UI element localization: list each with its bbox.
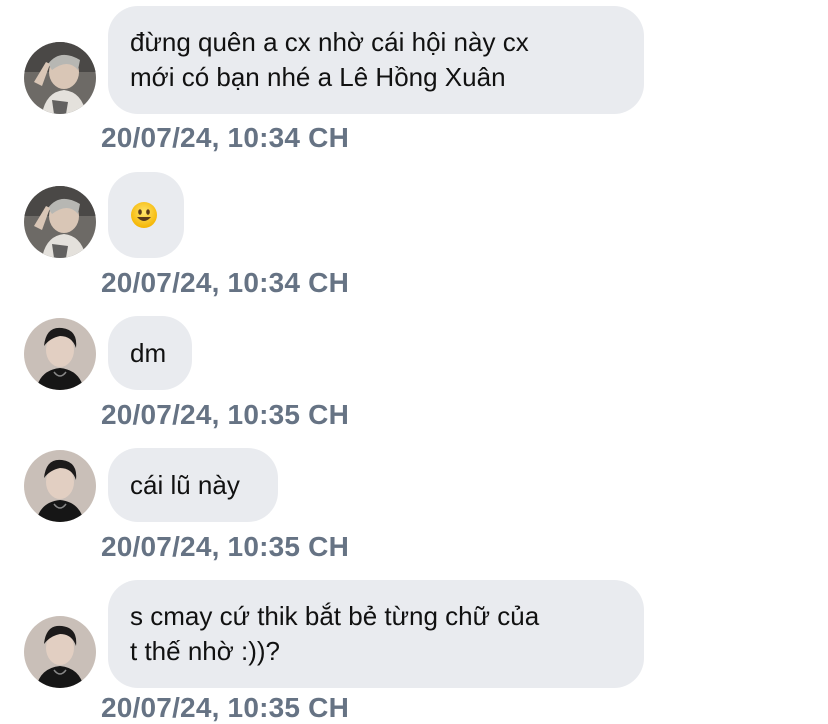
- message-bubble[interactable]: cái lũ này: [108, 448, 278, 522]
- avatar-user-a-icon: [24, 186, 96, 258]
- message-text-line: t thế nhờ :))?: [130, 636, 281, 666]
- avatar-user-a-icon: [24, 42, 96, 114]
- avatar[interactable]: [24, 318, 96, 390]
- smiley-emoji-icon: [131, 202, 157, 228]
- avatar-user-b-icon: [24, 450, 96, 522]
- message-text-line: dm: [130, 337, 167, 368]
- message-timestamp: 20/07/24, 10:35 CH: [101, 399, 349, 430]
- avatar[interactable]: [24, 186, 96, 258]
- message-bubble[interactable]: [108, 172, 184, 258]
- message-text-line: cái lũ này: [130, 469, 240, 500]
- message-bubble[interactable]: s cmay cứ thik bắt bẻ từng chữ của t thế…: [108, 580, 644, 688]
- message-bubble[interactable]: dm: [108, 316, 192, 390]
- message-text-line: đừng quên a cx nhờ cái hội này cx: [130, 27, 529, 57]
- avatar-user-b-icon: [24, 318, 96, 390]
- avatar[interactable]: [24, 450, 96, 522]
- avatar[interactable]: [24, 616, 96, 688]
- message-bubble[interactable]: đừng quên a cx nhờ cái hội này cx mới có…: [108, 6, 644, 114]
- message-timestamp: 20/07/24, 10:34 CH: [101, 267, 349, 298]
- message-timestamp: 20/07/24, 10:35 CH: [101, 531, 349, 562]
- message-text-line: s cmay cứ thik bắt bẻ từng chữ của: [130, 601, 540, 631]
- message-timestamp: 20/07/24, 10:35 CH: [101, 692, 349, 723]
- message-text-line: mới có bạn nhé a Lê Hồng Xuân: [130, 62, 506, 92]
- avatar-user-b-icon: [24, 616, 96, 688]
- avatar[interactable]: [24, 42, 96, 114]
- message-timestamp: 20/07/24, 10:34 CH: [101, 122, 349, 153]
